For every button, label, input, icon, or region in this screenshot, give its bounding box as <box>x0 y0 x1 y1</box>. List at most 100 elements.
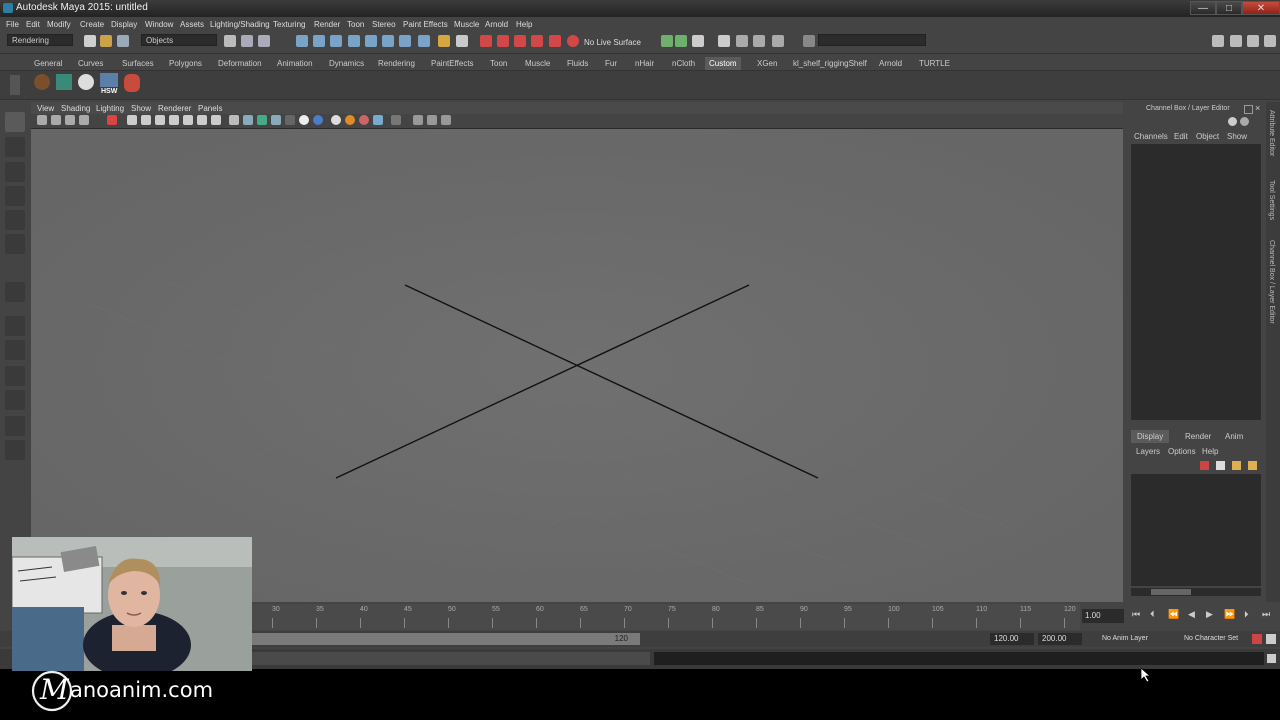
channel-display-icon[interactable] <box>1240 117 1249 126</box>
textured-icon[interactable] <box>271 115 281 125</box>
sidebar-toggle-icon[interactable] <box>718 35 730 47</box>
new-layer-d-icon[interactable] <box>1248 461 1257 470</box>
field-chart-icon[interactable] <box>183 115 193 125</box>
toggle-c-icon[interactable] <box>772 35 784 47</box>
step-forward-frame-icon[interactable]: ⏩ <box>1224 609 1235 620</box>
snap-point-icon[interactable] <box>330 35 342 47</box>
cb-menu-channels[interactable]: Channels <box>1134 132 1168 141</box>
persp-graph-hypergraph-icon[interactable] <box>5 440 25 460</box>
new-scene-icon[interactable] <box>84 35 96 47</box>
bookmark-icon[interactable] <box>65 115 75 125</box>
toggle-a-icon[interactable] <box>736 35 748 47</box>
preferences-icon[interactable] <box>1266 634 1276 644</box>
close-panel-icon[interactable]: × <box>1255 103 1260 113</box>
layer-scrollbar[interactable] <box>1131 588 1261 596</box>
menu-modify[interactable]: Modify <box>47 20 71 29</box>
snap-grid-icon[interactable] <box>296 35 308 47</box>
panel-menu-renderer[interactable]: Renderer <box>158 104 191 113</box>
scale-tool-icon[interactable] <box>5 234 25 254</box>
magnet-icon[interactable] <box>549 35 561 47</box>
layer-tab-anim[interactable]: Anim <box>1219 430 1249 443</box>
shelf-tab-polygons[interactable]: Polygons <box>165 57 206 70</box>
anim-end-field[interactable]: 120.00 <box>990 633 1034 645</box>
shelf-tab-rendering[interactable]: Rendering <box>374 57 419 70</box>
select-tool-icon[interactable] <box>5 112 25 132</box>
hypershade-layout-icon[interactable] <box>5 416 25 436</box>
script-editor-icon[interactable] <box>1267 654 1276 663</box>
playback-end-field[interactable]: 200.00 <box>1038 633 1082 645</box>
anti-alias-icon[interactable] <box>373 115 383 125</box>
four-view-layout-icon[interactable] <box>5 340 25 360</box>
step-back-key-icon[interactable]: ⏴ <box>1150 609 1155 620</box>
hypershade-icon[interactable] <box>531 35 543 47</box>
step-back-frame-icon[interactable]: ⏪ <box>1168 609 1179 620</box>
shelf-tab-general[interactable]: General <box>30 57 66 70</box>
menu-muscle[interactable]: Muscle <box>454 20 479 29</box>
panel-menu-shading[interactable]: Shading <box>61 104 90 113</box>
go-to-end-icon[interactable]: ⏭ <box>1262 609 1270 620</box>
perspective-view[interactable] <box>31 129 1123 602</box>
select-component-icon[interactable] <box>258 35 270 47</box>
shelf-tab-fluids[interactable]: Fluids <box>563 57 592 70</box>
layout-b-icon[interactable] <box>1230 35 1242 47</box>
ipr-render-icon[interactable] <box>497 35 509 47</box>
camera-select-icon[interactable] <box>37 115 47 125</box>
safe-title-icon[interactable] <box>211 115 221 125</box>
cb-menu-show[interactable]: Show <box>1227 132 1247 141</box>
lock-icon[interactable] <box>438 35 450 47</box>
motion-blur-icon[interactable] <box>359 115 369 125</box>
all-lights-icon[interactable] <box>299 115 309 125</box>
minimize-button[interactable]: — <box>1190 1 1216 15</box>
play-forward-icon[interactable]: ▶ <box>1206 609 1213 620</box>
shelf-tab-toon[interactable]: Toon <box>486 57 511 70</box>
lasso-tool-icon[interactable] <box>5 137 25 157</box>
save-scene-icon[interactable] <box>117 35 129 47</box>
menu-render[interactable]: Render <box>314 20 340 29</box>
close-button[interactable]: ✕ <box>1242 1 1280 15</box>
menu-toon[interactable]: Toon <box>347 20 364 29</box>
shelf-tab-nhair[interactable]: nHair <box>631 57 658 70</box>
cb-menu-edit[interactable]: Edit <box>1174 132 1188 141</box>
grid-toggle-icon[interactable] <box>127 115 137 125</box>
move-tool-icon[interactable] <box>5 186 25 206</box>
layer-tab-display[interactable]: Display <box>1131 430 1170 443</box>
panel-menu-show[interactable]: Show <box>131 104 151 113</box>
layer-menu-help[interactable]: Help <box>1202 447 1218 456</box>
time-slider[interactable]: 30 35 40 45 50 55 60 65 70 75 80 85 90 9… <box>252 604 1080 630</box>
xray-icon[interactable] <box>661 35 673 47</box>
panel-menu-view[interactable]: View <box>37 104 54 113</box>
shelf-tab-xgen[interactable]: XGen <box>753 57 781 70</box>
maximize-button[interactable]: □ <box>1216 1 1242 15</box>
input-ops-icon[interactable] <box>382 35 394 47</box>
select-object-icon[interactable] <box>241 35 253 47</box>
snap-curve-icon[interactable] <box>313 35 325 47</box>
quick-input-field[interactable] <box>818 34 926 46</box>
camera-icon[interactable] <box>692 35 704 47</box>
character-set-dropdown[interactable]: No Character Set <box>1184 635 1238 642</box>
menu-window[interactable]: Window <box>145 20 173 29</box>
auto-key-icon[interactable] <box>1252 634 1262 644</box>
menu-stereo[interactable]: Stereo <box>372 20 396 29</box>
gate-mask-icon[interactable] <box>169 115 179 125</box>
menu-arnold[interactable]: Arnold <box>485 20 508 29</box>
snap-live-icon[interactable] <box>365 35 377 47</box>
menu-paint-effects[interactable]: Paint Effects <box>403 20 448 29</box>
shelf-tab-muscle[interactable]: Muscle <box>521 57 554 70</box>
show-ui-icon[interactable] <box>675 35 687 47</box>
selection-mode-dropdown[interactable]: Objects <box>141 34 217 46</box>
live-surface-icon[interactable] <box>567 35 579 47</box>
go-to-start-icon[interactable]: ⏮ <box>1132 609 1140 620</box>
cb-menu-object[interactable]: Object <box>1196 132 1219 141</box>
input-field-mode-icon[interactable] <box>803 35 815 47</box>
layout-a-icon[interactable] <box>1212 35 1224 47</box>
rotate-tool-icon[interactable] <box>5 210 25 230</box>
persp-graph-layout-icon[interactable] <box>5 390 25 410</box>
shelf-tab-animation[interactable]: Animation <box>273 57 317 70</box>
layer-menu-options[interactable]: Options <box>1168 447 1196 456</box>
wireframe-icon[interactable] <box>229 115 239 125</box>
layer-tab-render[interactable]: Render <box>1179 430 1217 443</box>
smooth-shade-icon[interactable] <box>243 115 253 125</box>
layout-d-icon[interactable] <box>1264 35 1276 47</box>
script-a-icon[interactable] <box>34 74 50 90</box>
last-tool-icon[interactable] <box>5 282 25 302</box>
